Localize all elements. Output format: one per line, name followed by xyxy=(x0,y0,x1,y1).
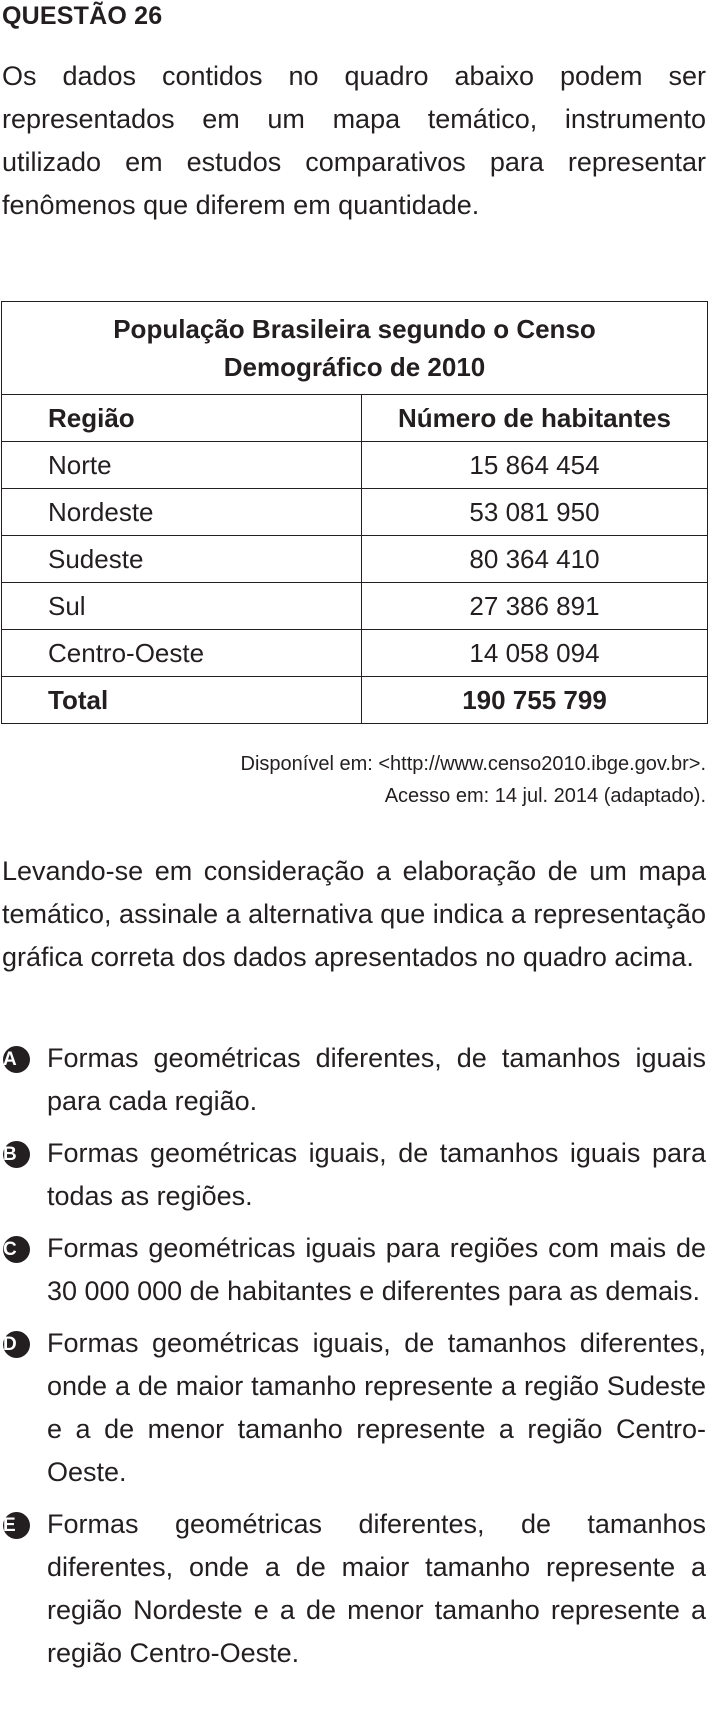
table-row: Centro-Oeste 14 058 094 xyxy=(1,629,708,677)
region-cell: Norte xyxy=(1,441,362,489)
option-c-letter-icon: C xyxy=(3,1236,30,1263)
inhabitants-cell: 27 386 891 xyxy=(361,582,708,630)
option-e-letter-icon: E xyxy=(3,1512,30,1539)
source-line2: Acesso em: 14 jul. 2014 (adaptado). xyxy=(384,785,706,807)
inhabitants-cell: 14 058 094 xyxy=(361,629,708,677)
question-intro: Os dados contidos no quadro abaixo podem… xyxy=(2,61,706,220)
table-total-row: Total 190 755 799 xyxy=(1,676,708,724)
answer-options: A Formas geométricas diferentes, de tama… xyxy=(0,1037,710,1684)
table-header-row: Região Número de habitantes xyxy=(1,394,708,442)
option-a-text: Formas geométricas diferentes, de tamanh… xyxy=(47,1043,706,1116)
option-a-letter-icon: A xyxy=(3,1046,30,1073)
table-caption-line1: População Brasileira segundo o Censo xyxy=(113,314,596,344)
source-line1: Disponível em: <http://www.censo2010.ibg… xyxy=(240,753,706,775)
option-b-letter-icon: B xyxy=(3,1141,30,1168)
header-inhabitants: Número de habitantes xyxy=(361,394,708,442)
option-e[interactable]: E Formas geométricas diferentes, de tama… xyxy=(0,1503,706,1675)
table-caption: População Brasileira segundo o Censo Dem… xyxy=(1,301,708,395)
table-row: Sul 27 386 891 xyxy=(1,582,708,630)
table-row: Sudeste 80 364 410 xyxy=(1,535,708,583)
option-b-text: Formas geométricas iguais, de tamanhos i… xyxy=(47,1138,706,1211)
region-cell: Centro-Oeste xyxy=(1,629,362,677)
option-c[interactable]: C Formas geométricas iguais para regiões… xyxy=(0,1227,706,1313)
table-row: Nordeste 53 081 950 xyxy=(1,488,708,536)
question-page: QUESTÃO 26 Os dados contidos no quadro a… xyxy=(0,0,710,1717)
header-region: Região xyxy=(1,394,362,442)
inhabitants-cell: 53 081 950 xyxy=(361,488,708,536)
population-table: População Brasileira segundo o Censo Dem… xyxy=(1,301,708,724)
table-row: Norte 15 864 454 xyxy=(1,441,708,489)
region-cell: Sudeste xyxy=(1,535,362,583)
question-title: QUESTÃO 26 xyxy=(2,2,163,30)
option-a[interactable]: A Formas geométricas diferentes, de tama… xyxy=(0,1037,706,1123)
option-d-letter-icon: D xyxy=(3,1331,30,1358)
source-citation: Disponível em: <http://www.censo2010.ibg… xyxy=(241,748,706,812)
total-value: 190 755 799 xyxy=(361,676,708,724)
option-c-text: Formas geométricas iguais para regiões c… xyxy=(47,1233,706,1306)
option-d[interactable]: D Formas geométricas iguais, de tamanhos… xyxy=(0,1322,706,1494)
option-d-text: Formas geométricas iguais, de tamanhos d… xyxy=(47,1328,706,1487)
total-label: Total xyxy=(1,676,362,724)
option-e-text: Formas geométricas diferentes, de tamanh… xyxy=(47,1509,706,1668)
inhabitants-cell: 15 864 454 xyxy=(361,441,708,489)
option-b[interactable]: B Formas geométricas iguais, de tamanhos… xyxy=(0,1132,706,1218)
region-cell: Sul xyxy=(1,582,362,630)
inhabitants-cell: 80 364 410 xyxy=(361,535,708,583)
question-prompt: Levando-se em consideração a elaboração … xyxy=(2,856,706,972)
region-cell: Nordeste xyxy=(1,488,362,536)
table-caption-line2: Demográfico de 2010 xyxy=(223,352,486,382)
